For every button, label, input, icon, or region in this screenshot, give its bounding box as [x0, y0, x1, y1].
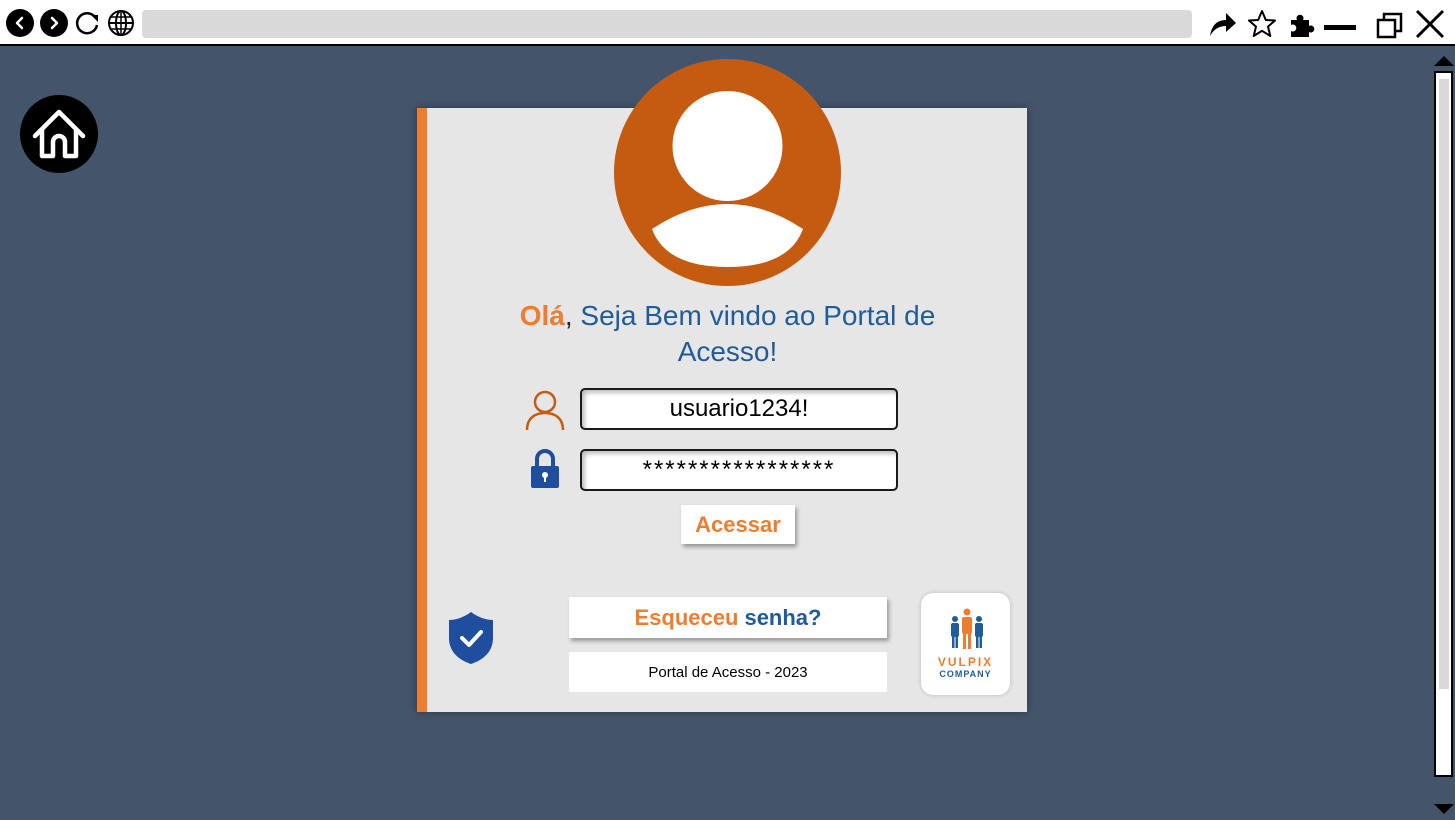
logo-subtitle: COMPANY: [939, 669, 992, 679]
people-logo-icon: [951, 608, 983, 649]
shield-check-icon: [447, 610, 495, 670]
welcome-heading: Olá, Seja Bem vindo ao Portal de Acesso!: [470, 298, 985, 370]
company-logo: VULPIX COMPANY: [921, 593, 1010, 695]
star-icon[interactable]: [1247, 9, 1277, 39]
restore-icon[interactable]: [1375, 10, 1405, 40]
globe-icon[interactable]: [107, 9, 135, 37]
vertical-scrollbar[interactable]: [1434, 71, 1453, 777]
lock-icon: [530, 448, 560, 494]
password-field[interactable]: *****************: [580, 449, 898, 491]
user-icon: [524, 388, 566, 436]
greeting-text: Seja Bem vindo ao Portal de Acesso!: [572, 300, 936, 367]
home-icon: [32, 109, 86, 159]
share-icon[interactable]: [1208, 10, 1238, 38]
username-field[interactable]: usuario1234!: [580, 388, 898, 430]
scrollbar-thumb[interactable]: [1439, 79, 1449, 689]
login-button[interactable]: Acessar: [681, 505, 795, 544]
browser-toolbar: [0, 0, 1455, 46]
back-icon[interactable]: [6, 9, 34, 37]
greeting-hi: Olá: [519, 300, 565, 331]
close-icon[interactable]: [1413, 7, 1447, 41]
forgot-label-part2: senha?: [744, 604, 822, 630]
forgot-password-button[interactable]: Esqueceu senha?: [569, 597, 887, 638]
greeting-comma: ,: [564, 300, 573, 331]
address-bar[interactable]: [142, 10, 1192, 38]
logo-name: VULPIX: [937, 655, 994, 669]
scroll-down-arrow[interactable]: [1433, 801, 1455, 820]
extensions-icon[interactable]: [1287, 11, 1315, 39]
card-accent-bar: [417, 108, 427, 712]
minimize-icon[interactable]: [1323, 11, 1357, 39]
footer-text: Portal de Acesso - 2023: [569, 652, 887, 692]
user-avatar: [614, 59, 841, 286]
scroll-up-arrow[interactable]: [1433, 53, 1455, 72]
home-button[interactable]: [20, 95, 98, 173]
reload-icon[interactable]: [73, 9, 103, 37]
avatar-person-icon: [652, 91, 803, 267]
forgot-label-part1: Esqueceu: [634, 604, 739, 630]
forward-icon[interactable]: [40, 9, 68, 37]
